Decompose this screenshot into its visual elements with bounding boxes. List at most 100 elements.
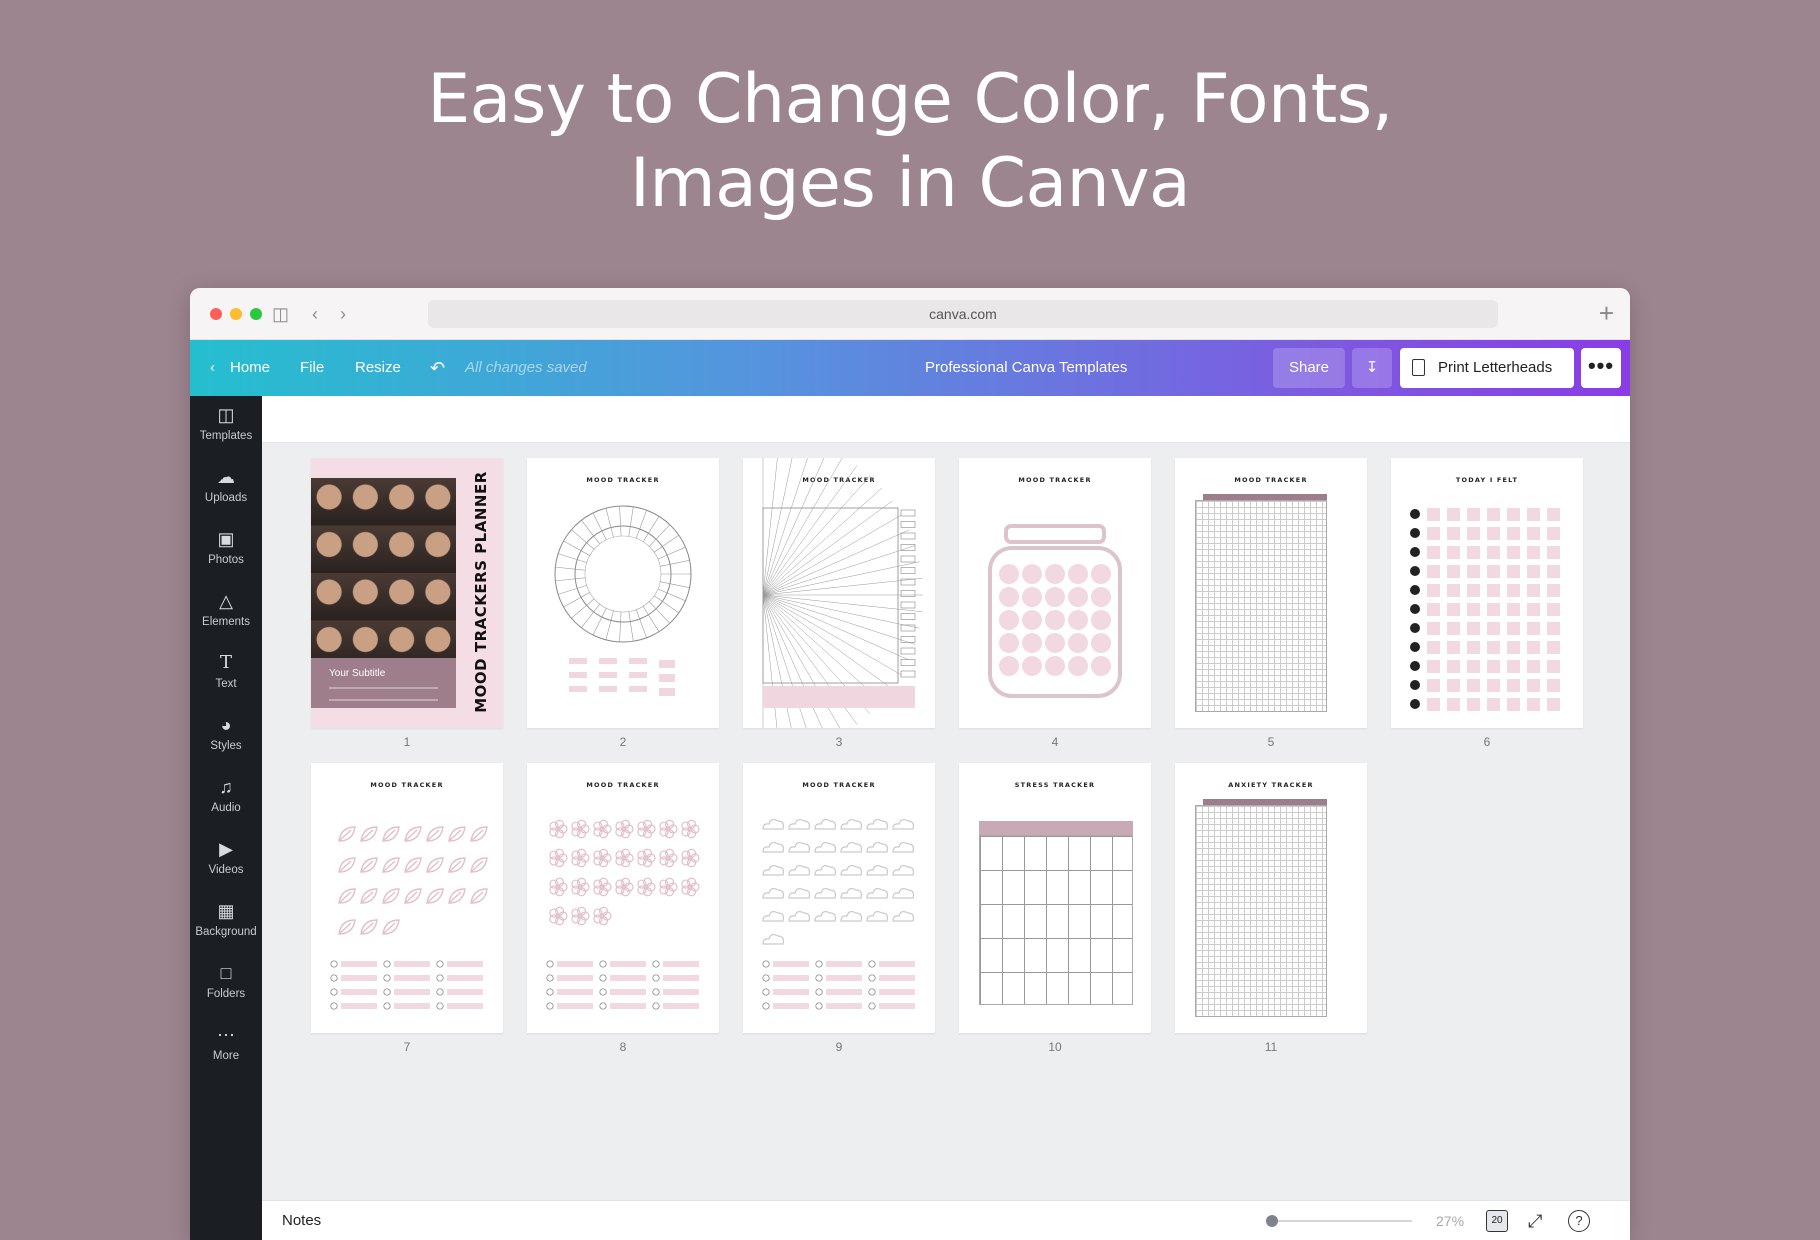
sidebar-item-uploads[interactable]: ☁ Uploads [190,458,262,520]
chevron-left-icon[interactable]: ‹ [210,340,215,396]
page-thumbnail-10[interactable]: STRESS TRACKER [959,763,1151,1033]
sidebar-item-label: Photos [208,554,244,566]
resize-button[interactable]: Resize [355,340,401,396]
minimize-window-button[interactable] [230,308,242,320]
emoji-tracker [1410,508,1560,711]
sidebar-item-styles[interactable]: ◕ Styles [190,706,262,768]
sidebar-toggle-icon[interactable]: ◫ [272,302,289,326]
close-window-button[interactable] [210,308,222,320]
palette-icon: ◕ [220,715,232,735]
fullscreen-icon[interactable]: ⤢ [1528,1209,1542,1233]
page-thumbnail-7[interactable]: MOOD TRACKER [311,763,503,1033]
editor-top-strip [262,396,1630,443]
page-number: 11 [1264,1040,1278,1054]
sunburst-tracker [762,458,923,728]
save-status: All changes saved [465,359,587,376]
file-menu[interactable]: File [300,340,324,396]
back-icon[interactable]: ‹ [312,302,318,326]
new-tab-icon[interactable]: + [1599,298,1614,328]
flower-tracker [546,819,700,1010]
editor-footer: Notes 27% 20 ⤢ ? [262,1200,1630,1240]
folder-icon: □ [220,963,232,983]
sidebar-item-photos[interactable]: ▣ Photos [190,520,262,582]
page-thumbnail-4[interactable]: MOOD TRACKER [959,458,1151,728]
page-number: 8 [619,1040,627,1054]
notes-button[interactable]: Notes [282,1201,321,1240]
page-thumbnail-11[interactable]: ANXIETY TRACKER [1175,763,1367,1033]
cover-subtitle-box: Your Subtitle [311,658,456,708]
sidebar-item-label: Videos [208,864,244,876]
page-title: STRESS TRACKER [1014,781,1096,789]
shapes-icon: △ [219,591,233,611]
page-number: 9 [835,1040,843,1054]
download-button[interactable]: ↧ [1352,348,1392,388]
zoom-level[interactable]: 27% [1436,1201,1464,1240]
jar-tracker [988,524,1122,698]
calendar-grid [979,835,1133,1005]
browser-window: ◫ ‹ › canva.com + ‹ Home File Resize ↶ A… [190,288,1630,1240]
calendar-header [979,821,1133,835]
page-number: 4 [1051,735,1059,749]
leaf-tracker [330,826,488,1010]
sidebar-item-label: Folders [206,988,246,1000]
undo-icon[interactable]: ↶ [430,340,445,396]
page-thumbnail-8[interactable]: MOOD TRACKER [527,763,719,1033]
sidebar-item-audio[interactable]: ♫ Audio [190,768,262,830]
video-icon: ▶ [219,839,233,859]
headline-line-1: Easy to Change Color, Fonts, [427,60,1393,139]
document-icon [1412,359,1425,376]
page-title: MOOD TRACKER [1234,476,1308,484]
maximize-window-button[interactable] [250,308,262,320]
cover-body-text [329,687,438,701]
sidebar-item-label: Styles [210,740,242,752]
page-thumbnail-5[interactable]: MOOD TRACKER [1175,458,1367,728]
project-title[interactable]: Professional Canva Templates [925,340,1127,396]
cloud-tracker [762,818,915,1010]
sidebar-item-elements[interactable]: △ Elements [190,582,262,644]
sidebar-item-folders[interactable]: □ Folders [190,954,262,1016]
page-number: 1 [403,735,411,749]
page-thumbnail-2[interactable]: MOOD TRACKER [527,458,719,728]
cover-title-vertical: MOOD TRACKERS PLANNER [459,471,503,713]
tracker-grid [1195,500,1327,712]
print-letterheads-button[interactable]: Print Letterheads [1400,348,1574,388]
sidebar-item-label: Templates [199,430,253,442]
page-count-button[interactable]: 20 [1486,1210,1508,1232]
tracker-grid [1195,805,1327,1017]
sidebar-item-more[interactable]: ⋯ More [190,1016,262,1078]
page-thumbnail-1[interactable]: Your Subtitle MOOD TRACKERS PLANNER [311,458,503,728]
sidebar-item-label: Audio [211,802,241,814]
sidebar-item-label: Elements [202,616,250,628]
page-number: 7 [403,1040,411,1054]
sidebar-item-templates[interactable]: ◫ Templates [190,396,262,458]
upload-cloud-icon: ☁ [217,467,235,487]
sidebar-item-background[interactable]: ▦ Background [190,892,262,954]
print-label: Print Letterheads [1438,359,1553,376]
dots-icon: ⋯ [217,1025,235,1045]
zoom-slider[interactable] [1266,1215,1412,1227]
photo-icon: ▣ [217,529,235,549]
page-thumbnail-9[interactable]: MOOD TRACKER [743,763,935,1033]
side-panel: ◫ Templates ☁ Uploads ▣ Photos △ Element… [190,396,262,1240]
help-button[interactable]: ? [1568,1210,1590,1232]
zoom-slider-knob[interactable] [1266,1215,1278,1227]
headline-line-2: Images in Canva [629,144,1191,223]
cover-photo-grid [311,478,456,668]
page-number: 5 [1267,735,1275,749]
sidebar-item-label: Background [195,926,257,938]
page-thumbnail-3[interactable]: MOOD TRACKER [743,458,935,728]
cover-title: MOOD TRACKERS PLANNER [472,471,490,713]
window-controls [210,308,262,320]
cover-subtitle: Your Subtitle [329,668,386,679]
forward-icon[interactable]: › [340,302,346,326]
sidebar-item-text[interactable]: T Text [190,644,262,706]
page-number: 10 [1048,1040,1062,1054]
more-options-button[interactable]: ••• [1581,348,1621,388]
home-button[interactable]: Home [230,340,270,396]
page-thumbnail-6[interactable]: TODAY I FELT [1391,458,1583,728]
address-bar[interactable]: canva.com [428,300,1498,328]
share-button[interactable]: Share [1273,348,1345,388]
templates-icon: ◫ [217,405,235,425]
sidebar-item-videos[interactable]: ▶ Videos [190,830,262,892]
text-t-icon: T [219,652,232,673]
